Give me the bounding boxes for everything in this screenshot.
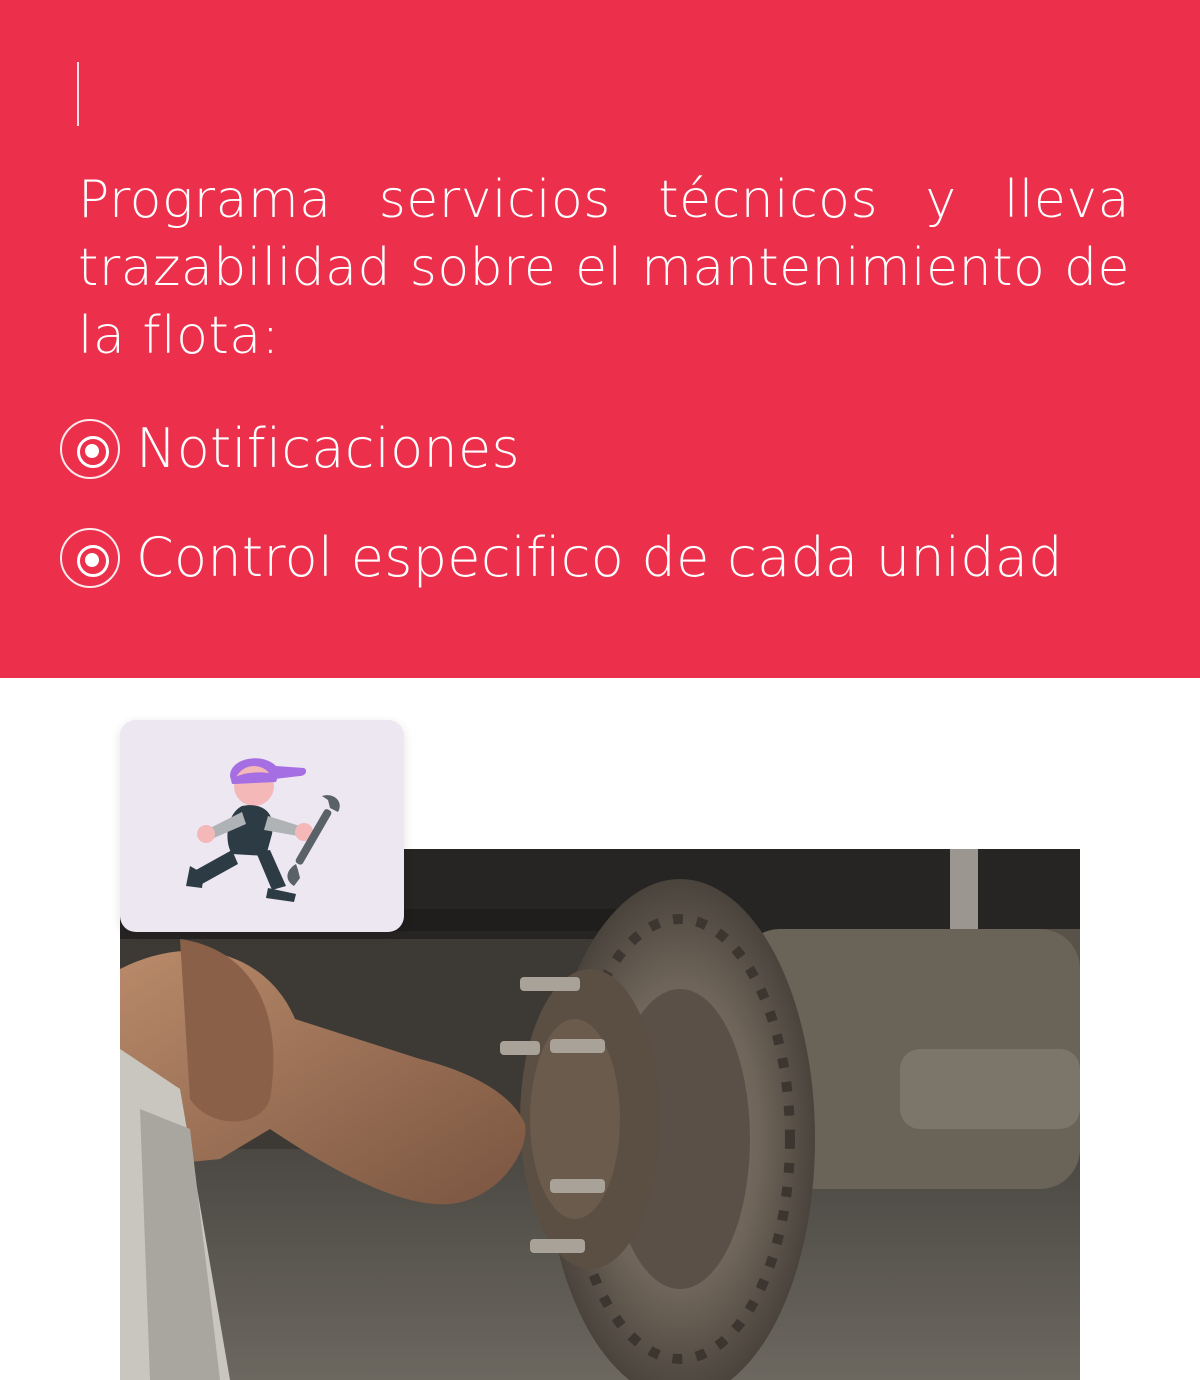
radio-target-icon bbox=[60, 527, 120, 588]
feature-item-control: Control especifico de cada unidad bbox=[60, 526, 1063, 589]
mechanic-icon-card bbox=[120, 720, 404, 932]
feature-label: Control especifico de cada unidad bbox=[136, 526, 1063, 589]
accent-divider bbox=[77, 62, 79, 126]
hero-headline: Programa servicios técnicos y lleva traz… bbox=[78, 170, 1130, 366]
hero-section: Programa servicios técnicos y lleva traz… bbox=[0, 0, 1200, 678]
mechanic-icon bbox=[186, 758, 340, 902]
feature-item-notificaciones: Notificaciones bbox=[60, 417, 520, 480]
feature-label: Notificaciones bbox=[136, 417, 520, 480]
radio-target-icon bbox=[60, 418, 120, 479]
